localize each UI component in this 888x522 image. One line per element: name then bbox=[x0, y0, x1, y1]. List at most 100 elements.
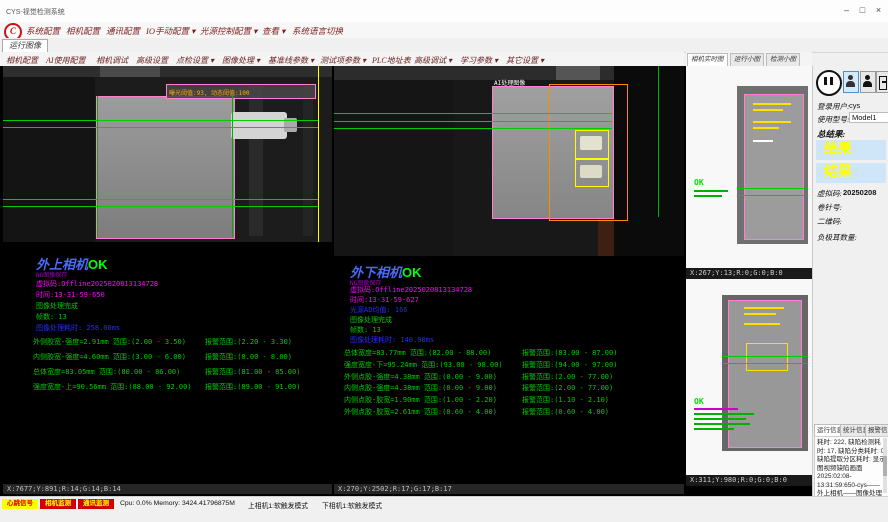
left-plate-region bbox=[96, 96, 235, 239]
user-manage-button[interactable] bbox=[860, 71, 876, 93]
thumb1-ok-label: OK bbox=[694, 178, 704, 187]
exit-button[interactable] bbox=[876, 71, 888, 93]
menu-language-switch[interactable]: 系统语言切换 bbox=[292, 25, 343, 37]
model-input[interactable]: Model1 bbox=[849, 112, 888, 123]
mid-row-text: 总体宽度=83.77mm 范围:(82.00 - 88.00) bbox=[344, 348, 491, 358]
tool-test-param[interactable]: 测试项参数 ▾ bbox=[320, 55, 366, 66]
info-scrollbar[interactable] bbox=[883, 438, 887, 493]
thumb1-text-mark bbox=[694, 195, 722, 197]
mid-elapsed: 图像处理耗时: 140.00ms bbox=[350, 335, 434, 345]
login-user-label: 登录用户: bbox=[817, 101, 850, 112]
thumb2-viewport[interactable]: OK bbox=[686, 279, 812, 475]
tool-plc-table[interactable]: PLC地址表 bbox=[372, 55, 411, 66]
qrcode-label: 二维码: bbox=[817, 216, 842, 227]
tab-strip: 运行图像 bbox=[0, 38, 888, 53]
left-row-text: 总体宽度=83.05mm 范围:(80.00 - 86.00) bbox=[33, 367, 180, 377]
login-user-value: cys bbox=[849, 101, 860, 110]
tool-image-process[interactable]: 图像处理 ▾ bbox=[222, 55, 260, 66]
tab-count-label: 负极耳数量: bbox=[817, 232, 857, 243]
left-camera-viewport[interactable]: 曝光阈值:93, 动态阈值:100 外上相机OK NG图像保存 虚拟码:Offl… bbox=[3, 66, 332, 484]
info-scrollbar-thumb[interactable] bbox=[883, 456, 887, 476]
thumb2-text-mark bbox=[694, 418, 746, 420]
thumb1-photo bbox=[737, 86, 808, 244]
mid-time: 时间:13-31-59-627 bbox=[350, 295, 419, 305]
tool-advanced-set[interactable]: 高级设置 bbox=[136, 55, 168, 66]
thumb1-pixel-status: X:267;Y:13;R:0;G:0;B:0 bbox=[686, 268, 812, 279]
user-dark-icon bbox=[865, 75, 870, 80]
pause-button[interactable] bbox=[816, 70, 842, 96]
minimize-button[interactable]: – bbox=[839, 4, 854, 17]
window-title: CYS-视觉检测系统 bbox=[6, 7, 65, 17]
mid-row-text: 内侧点胶-胶宽=1.90mm 范围:(1.00 - 2.20) bbox=[344, 395, 497, 405]
mid-process-done: 图像处理完成 bbox=[350, 315, 392, 325]
thumb1-viewport[interactable]: OK bbox=[686, 66, 812, 268]
left-time: 时间:13-31-59-650 bbox=[36, 290, 105, 300]
app-window: CYS-视觉检测系统 – □ × C 系统配置 相机配置 通讯配置 IO手动配置… bbox=[0, 0, 888, 522]
info-log[interactable]: 耗时: 222, 缺陷检测耗时: 17, 缺陷分类耗时: 0, 缺陷提取分区耗时… bbox=[814, 436, 888, 501]
vcode-value: 20250208 bbox=[843, 188, 876, 197]
exit-door-icon bbox=[879, 76, 887, 90]
tool-learn-param[interactable]: 学习参数 ▾ bbox=[460, 55, 498, 66]
thumb2-pixel-status: X:311;Y:980;R:0;G:0;B:0 bbox=[686, 475, 812, 486]
left-row-alarm: 报警范围:(81.00 - 85.00) bbox=[205, 367, 300, 377]
result-box-2: 结果 bbox=[816, 163, 886, 183]
right-tab-live[interactable]: 相机实时图 bbox=[687, 53, 728, 67]
menu-io-config[interactable]: IO手动配置 ▾ bbox=[146, 25, 195, 37]
mid-overlay-label: AI处理图像 bbox=[494, 78, 525, 87]
title-bar: CYS-视觉检测系统 – □ × bbox=[0, 0, 888, 23]
user-login-button[interactable] bbox=[843, 71, 859, 93]
thumb2-text-mark bbox=[694, 408, 738, 410]
mid-row-alarm: 报警范围:(83.00 - 87.00) bbox=[522, 348, 617, 358]
mid-row-alarm: 报警范围:(94.00 - 97.00) bbox=[522, 360, 617, 370]
heartbeat-badge: 心跳信号 bbox=[2, 499, 38, 509]
mid-frame-count: 帧数: 13 bbox=[350, 325, 381, 335]
left-barcode: 虚拟码:Offline2025020813134728 bbox=[36, 279, 158, 289]
left-row-text: 强度宽度-上=90.56mm 范围:(88.00 - 92.00) bbox=[33, 382, 192, 392]
menu-camera-config[interactable]: 相机配置 bbox=[66, 25, 100, 37]
mid-camera-viewport[interactable]: AI处理图像 外下相机OK NG图像保存 虚拟码:Offline20250208… bbox=[334, 66, 684, 484]
left-ng-save-label: NG图像保存 bbox=[36, 270, 67, 279]
mid-camera-result: OK bbox=[402, 265, 422, 280]
right-tab-result[interactable]: 检测小图 bbox=[766, 53, 800, 67]
user-dark-icon bbox=[863, 81, 872, 87]
right-tab-strip: 相机实时图 运行小图 检测小图 bbox=[686, 52, 812, 66]
left-connector-part bbox=[231, 112, 287, 139]
mid-defect-box-1 bbox=[575, 130, 609, 159]
tab-run-image[interactable]: 运行图像 bbox=[2, 39, 48, 52]
left-overlay-label-box: 曝光阈值:93, 动态阈值:100 bbox=[166, 84, 316, 99]
tool-other-set[interactable]: 其它设置 ▾ bbox=[506, 55, 544, 66]
menu-system-config[interactable]: 系统配置 bbox=[26, 25, 60, 37]
tool-baseline-param[interactable]: 基准线参数 ▾ bbox=[268, 55, 314, 66]
vcode-label: 虚拟码: bbox=[817, 188, 842, 199]
thumb2-text-mark bbox=[694, 428, 734, 430]
tool-spotcheck-set[interactable]: 点检设置 ▾ bbox=[176, 55, 214, 66]
exit-arrow-icon bbox=[882, 81, 887, 83]
mid-light-value: 光源AD均值: 166 bbox=[350, 305, 408, 315]
menu-comm-config[interactable]: 通讯配置 bbox=[106, 25, 140, 37]
tool-ai-config[interactable]: AI使用配置 bbox=[46, 55, 86, 66]
mid-row-alarm: 报警范围:(2.00 - 77.00) bbox=[522, 383, 613, 393]
left-overlay-label: 曝光阈值:93, 动态阈值:100 bbox=[169, 88, 250, 97]
pause-icon bbox=[824, 77, 827, 85]
mid-pixel-status: X:270;Y:2502;R:17;G:17;B:17 bbox=[334, 484, 684, 494]
toolbar: 相机配置 AI使用配置 相机调试 高级设置 点检设置 ▾ 图像处理 ▾ 基准线参… bbox=[0, 52, 684, 67]
cpu-memory-text: Cpu: 0.0% Memory: 3424.41796875M bbox=[120, 500, 235, 507]
menu-view[interactable]: 查看 ▾ bbox=[262, 25, 285, 37]
mid-barcode: 虚拟码:Offline2025020813134728 bbox=[350, 285, 472, 295]
close-button[interactable]: × bbox=[871, 4, 886, 17]
camera-monitor-badge: 相机监测 bbox=[40, 499, 76, 509]
right-tab-run[interactable]: 运行小图 bbox=[730, 53, 764, 67]
left-elapsed: 图像处理耗时: 258.00ms bbox=[36, 323, 120, 333]
tool-camera-config[interactable]: 相机配置 bbox=[6, 55, 38, 66]
menu-light-config[interactable]: 光源控制配置 ▾ bbox=[200, 25, 257, 37]
tool-camera-debug[interactable]: 相机调试 bbox=[96, 55, 128, 66]
mid-row-alarm: 报警范围:(1.10 - 2.10) bbox=[522, 395, 609, 405]
left-row-alarm: 报警范围:(2.20 - 3.30) bbox=[205, 337, 292, 347]
left-row-alarm: 报警范围:(89.00 - 91.00) bbox=[205, 382, 300, 392]
tool-advanced-debug[interactable]: 高级调试 ▾ bbox=[414, 55, 452, 66]
thumb2-text-mark bbox=[694, 413, 754, 415]
model-label: 使用型号: bbox=[817, 114, 850, 125]
mid-row-alarm: 报警范围:(2.00 - 77.00) bbox=[522, 372, 613, 382]
maximize-button[interactable]: □ bbox=[855, 4, 870, 17]
left-row-alarm: 报警范围:(0.00 - 8.00) bbox=[205, 352, 292, 362]
